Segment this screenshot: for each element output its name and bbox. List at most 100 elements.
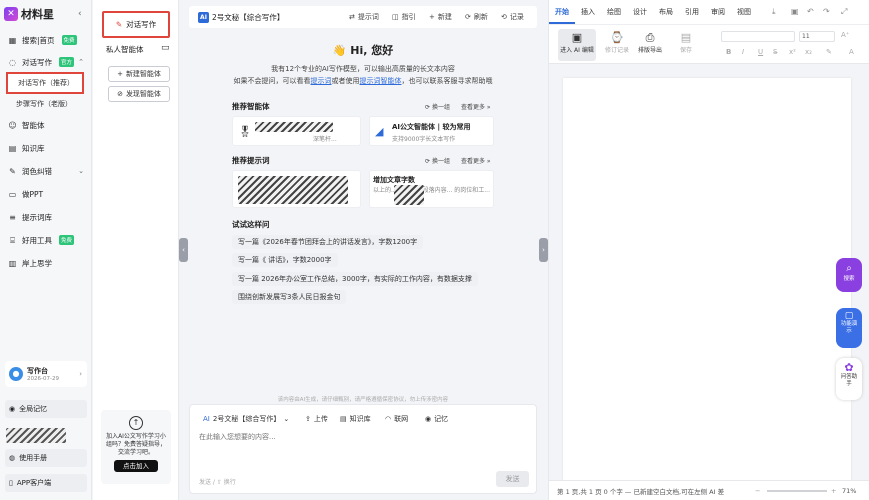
tab-view[interactable]: 视图 (731, 0, 757, 24)
redo-icon[interactable]: ↷ (823, 7, 830, 16)
highlight-icon[interactable]: ✎ (826, 48, 832, 56)
agents-more-link[interactable]: 查看更多 » (461, 102, 491, 111)
new-agent-button[interactable]: + 新建智能体 (108, 66, 170, 82)
ai-edit-button[interactable]: ▣ 进入 AI 编辑 (558, 29, 596, 61)
redacted-text (238, 176, 348, 204)
sidebar-item-manual[interactable]: ◍ 使用手册 (5, 449, 87, 467)
plus-icon: + (429, 13, 435, 21)
superscript-icon[interactable]: x² (789, 48, 796, 56)
tab-review[interactable]: 审阅 (705, 0, 731, 24)
prompts-button[interactable]: ⇄ 提示词 (349, 12, 379, 22)
sidebar-subitem-step-writing[interactable]: 步骤写作（老版） (6, 93, 84, 115)
agents-refresh-button[interactable]: ⟳ 换一组 (425, 102, 450, 111)
zoom-out-icon[interactable]: − (755, 487, 760, 495)
agent-card[interactable]: 🎖 深笔杆... (232, 116, 361, 146)
join-button[interactable]: 点击加入 (114, 460, 158, 472)
undo-icon[interactable]: ↶ (807, 7, 814, 16)
workspace-card[interactable]: ● 写作台 2026-07-29 › (5, 361, 87, 387)
button-label: 联网 (394, 415, 409, 423)
chevron-right-icon: › (79, 370, 82, 378)
new-chat-button[interactable]: + 新建 (429, 12, 452, 22)
float-demo-button[interactable]: ▢ 功能演示 (836, 308, 862, 348)
welcome-block: 👋 Hi, 您好 我有12个专业的AI写作模型，可以输出高质量的长文本内容 如果… (189, 42, 537, 86)
study-group-promo: ↑ 加入AI公文写作学习小组吗？免费答疑指导，交流学习吧。 点击加入 (101, 410, 171, 484)
collapse-left-handle[interactable]: ‹ (179, 238, 188, 262)
italic-icon[interactable]: I (742, 48, 744, 56)
chevron-left-icon[interactable]: ‹ (78, 9, 82, 19)
sidebar-subitem-chat-recommended[interactable]: 对话写作（推荐） (6, 72, 84, 94)
sidebar-item-home[interactable]: ▦ 搜索|首页 免费 (0, 30, 92, 50)
logo[interactable]: ✕ 材料星 (4, 6, 54, 22)
send-button[interactable]: 发送 (496, 471, 529, 487)
tab-home[interactable]: 开始 (549, 0, 575, 24)
knowledge-button[interactable]: ▤ 知识库 (340, 414, 371, 424)
message-icon[interactable]: ▭ (161, 43, 170, 53)
example-question[interactable]: 写一篇《 讲话》，字数2000字 (232, 253, 338, 267)
sidebar-item-memory[interactable]: ◉ 全局记忆 (5, 400, 87, 418)
float-assistant-button[interactable]: ✿ 问答助手 (836, 358, 862, 400)
book-icon: ▤ (8, 143, 17, 153)
collapse-right-handle[interactable]: › (539, 238, 548, 262)
history-button[interactable]: ⟲ 记录 (501, 12, 524, 22)
subscript-icon[interactable]: x₂ (805, 48, 812, 56)
prompts-refresh-button[interactable]: ⟳ 换一组 (425, 156, 450, 165)
example-question[interactable]: 写一篇 2026年办公室工作总结，3000字，有实际的工作内容，有数据支撑 (232, 272, 478, 286)
tab-draw[interactable]: 绘图 (601, 0, 627, 24)
font-size-select[interactable]: 11 (799, 31, 835, 42)
sidebar-item-study[interactable]: ▥ 岸上思学 (0, 253, 92, 273)
prompts-link[interactable]: 提示词 (311, 77, 332, 85)
download-icon[interactable]: ⤓ (772, 7, 776, 17)
ribbon-tabs: 开始 插入 绘图 设计 布局 引用 审阅 视图 ⤓ ▣ ↶ ↷ ⤢ (549, 0, 869, 24)
sidebar-item-label: 岸上思学 (22, 258, 52, 268)
upload-button[interactable]: ⇪ 上传 (305, 414, 328, 424)
sidebar-item-agents[interactable]: ☺ 智能体 (0, 115, 92, 135)
medal-icon: 🎖 (238, 125, 252, 138)
zoom-in-icon[interactable]: + (831, 487, 836, 495)
prompts-more-link[interactable]: 查看更多 » (461, 156, 491, 165)
sidebar-item-tools[interactable]: ⌸ 好用工具 免费 (0, 230, 92, 250)
font-family-select[interactable] (721, 31, 795, 42)
underline-icon[interactable]: U (758, 48, 763, 56)
example-question[interactable]: 围绕创新发展写3条人民日报金句 (232, 290, 347, 304)
tab-insert[interactable]: 插入 (575, 0, 601, 24)
prompt-card[interactable] (232, 170, 361, 208)
web-search-button[interactable]: ◠ 联网 (385, 414, 408, 424)
new-agent-label: 新建智能体 (125, 70, 161, 78)
save-icon[interactable]: ▣ (791, 7, 799, 16)
strikethrough-icon[interactable]: S̶ (773, 48, 777, 56)
agent-card-title: AI公文智能体 | 较为常用 (392, 123, 471, 131)
format-export-button[interactable]: ⎙ 排版导出 (631, 29, 669, 61)
recommended-agents-title: 推荐智能体 (232, 102, 270, 111)
font-grow-icon[interactable]: A⁺ (841, 31, 849, 39)
agent-card[interactable]: ◢ AI公文智能体 | 较为常用 支持9000字长文本写作 (369, 116, 494, 146)
memory-button[interactable]: ◉ 记忆 (425, 414, 448, 424)
tab-design[interactable]: 设计 (627, 0, 653, 24)
sidebar-item-chat-writing[interactable]: ◌ 对话写作 官方 ⌃ (0, 52, 92, 72)
agent-card-sub: 深笔杆... (313, 136, 337, 143)
example-question[interactable]: 写一篇《2026年春节团拜会上的讲话发言》，字数1200字 (232, 235, 424, 249)
tab-layout[interactable]: 布局 (653, 0, 679, 24)
refresh-button[interactable]: ⟳ 刷新 (465, 12, 488, 22)
guide-button[interactable]: ◫ 指引 (392, 12, 416, 22)
sidebar-item-app[interactable]: ▯ APP客户端 (5, 474, 87, 492)
recommended-prompts-title: 推荐提示词 (232, 156, 270, 165)
ribbon-save-button[interactable]: ▤ 保存 (667, 29, 705, 61)
prompt-card[interactable]: 增加文章字数 以上的... 查看各个段落内容... 的岗位和工... (369, 170, 494, 208)
sidebar-item-polish[interactable]: ✎ 润色纠错 ⌄ (0, 161, 92, 181)
model-selector[interactable]: AI 2号文秘【综合写作】 ⌄ (203, 414, 289, 424)
sidebar-item-knowledge[interactable]: ▤ 知识库 (0, 138, 92, 158)
sidebar-item-prompts[interactable]: ≡ 提示词库 (0, 207, 92, 227)
prompt-agent-link[interactable]: 提示词智能体 (360, 77, 402, 85)
document-editor: 开始 插入 绘图 设计 布局 引用 审阅 视图 ⤓ ▣ ↶ ↷ ⤢ ▣ 进入 AI… (548, 0, 869, 500)
fullscreen-icon[interactable]: ⤢ (841, 7, 847, 17)
chat-input[interactable] (199, 433, 519, 441)
font-color-icon[interactable]: A (849, 48, 854, 56)
document-page[interactable] (563, 78, 851, 482)
bold-icon[interactable]: B (726, 48, 731, 56)
zoom-slider[interactable] (767, 490, 827, 492)
float-search-button[interactable]: ⌕ 搜索 (836, 258, 862, 292)
discover-agent-button[interactable]: ⊘ 发现智能体 (108, 86, 170, 102)
sidebar-item-ppt[interactable]: ▭ 做PPT (0, 184, 92, 204)
tab-references[interactable]: 引用 (679, 0, 705, 24)
chat-writing-button[interactable]: ✎ 对话写作 (102, 11, 170, 38)
